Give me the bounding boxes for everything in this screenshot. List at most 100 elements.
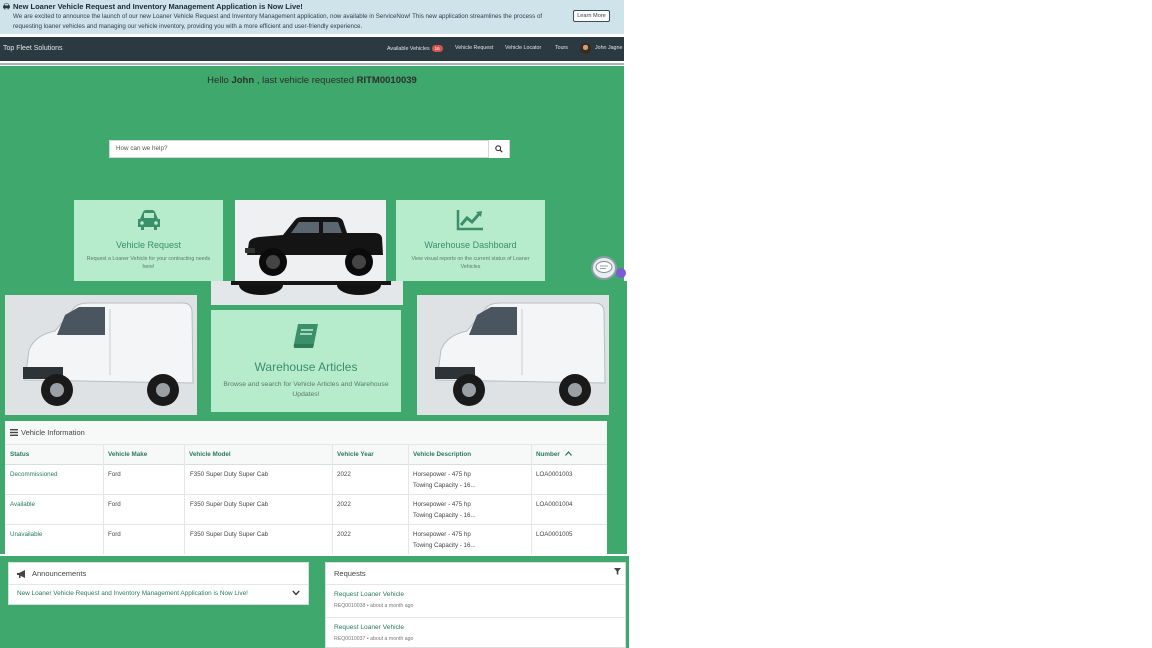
- cell-year: 2022: [337, 501, 351, 508]
- chevron-down-icon[interactable]: [292, 590, 300, 596]
- cell-make: Ford: [108, 471, 121, 478]
- column-divider: [332, 445, 333, 554]
- greeting-prefix: Hello: [207, 75, 229, 86]
- tile-description: Request a Loaner Vehicle for your contra…: [86, 256, 211, 270]
- tile-warehouse-articles[interactable]: Warehouse Articles Browse and search for…: [211, 310, 401, 412]
- description-line: Horsepower - 475 hp: [413, 471, 471, 478]
- panel-header: Announcements: [9, 563, 308, 585]
- cell-model: F350 Super Duty Super Cab: [190, 501, 269, 508]
- tile-warehouse-dashboard[interactable]: Warehouse Dashboard View visual reports …: [396, 200, 545, 281]
- cell-description: Horsepower - 475 hp Towing Capacity - 16.…: [413, 470, 476, 491]
- description-line: Towing Capacity - 16...: [413, 511, 476, 519]
- user-menu[interactable]: John Jagne: [595, 45, 622, 51]
- last-request-number[interactable]: RITM0010039: [357, 75, 417, 86]
- car-icon: [138, 210, 160, 230]
- column-vehicle-make[interactable]: Vehicle Make: [108, 451, 147, 458]
- cell-model: F350 Super Duty Super Cab: [190, 531, 269, 538]
- table-row[interactable]: Decommissioned Ford F350 Super Duty Supe…: [5, 465, 607, 495]
- sort-ascending-icon: [564, 451, 572, 456]
- column-divider: [531, 445, 532, 554]
- cell-number: LOA0001005: [536, 531, 573, 538]
- brand-name[interactable]: Top Fleet Solutions: [3, 45, 63, 52]
- description-line: Towing Capacity - 16...: [413, 481, 476, 489]
- available-count-badge: 16: [431, 45, 443, 52]
- search-input[interactable]: How can we help?: [116, 145, 167, 152]
- book-icon: [293, 324, 318, 348]
- top-navbar: Top Fleet Solutions Available Vehicles 16…: [0, 37, 624, 61]
- van-photo-right: [417, 295, 609, 415]
- column-label: Number: [536, 451, 560, 458]
- request-link[interactable]: Request Loaner Vehicle: [334, 624, 404, 631]
- cell-number: LOA0001004: [536, 501, 573, 508]
- column-vehicle-model[interactable]: Vehicle Model: [189, 451, 231, 458]
- megaphone-icon: [17, 570, 25, 578]
- banner-text: We are excited to announce the launch of…: [13, 13, 543, 30]
- greeting-user: John: [231, 75, 255, 86]
- status-link[interactable]: Available: [10, 500, 35, 511]
- banner-title: New Loaner Vehicle Request and Inventory…: [13, 2, 303, 11]
- search-bar[interactable]: How can we help?: [109, 140, 510, 158]
- cargo-van-image: [417, 295, 609, 415]
- tile-title: Warehouse Articles: [254, 360, 358, 374]
- cell-description: Horsepower - 475 hp Towing Capacity - 16.…: [413, 500, 476, 521]
- cell-year: 2022: [337, 531, 351, 538]
- divider: [326, 584, 625, 585]
- cell-make: Ford: [108, 531, 121, 538]
- announcement-banner: New Loaner Vehicle Request and Inventory…: [0, 0, 624, 34]
- description-line: Horsepower - 475 hp: [413, 531, 471, 538]
- pickup-truck-image: [211, 281, 403, 305]
- chat-icon: [595, 261, 613, 273]
- divider: [0, 63, 624, 65]
- status-link[interactable]: Unavailable: [10, 530, 42, 541]
- chat-button[interactable]: [591, 256, 617, 280]
- divider: [326, 617, 625, 618]
- nav-label: Available Vehicles: [387, 46, 430, 52]
- table-row[interactable]: Available Ford F350 Super Duty Super Cab…: [5, 495, 607, 525]
- tile-vehicle-request[interactable]: Vehicle Request Request a Loaner Vehicle…: [74, 200, 223, 281]
- vehicle-information-panel: Vehicle Information Status Vehicle Make …: [5, 421, 607, 554]
- greeting: Hello John , last vehicle requested RITM…: [0, 75, 624, 86]
- filter-icon[interactable]: [614, 568, 621, 575]
- request-link[interactable]: Request Loaner Vehicle: [334, 591, 404, 598]
- tile-title: Warehouse Dashboard: [424, 240, 517, 250]
- learn-more-button[interactable]: Learn More: [573, 10, 610, 22]
- panel-title: Vehicle Information: [21, 428, 85, 437]
- pickup-truck-image: [235, 200, 386, 281]
- request-meta: REQ0010037 • about a month ago: [334, 636, 414, 642]
- column-vehicle-description[interactable]: Vehicle Description: [413, 451, 471, 458]
- search-icon: [495, 145, 503, 153]
- cargo-van-image: [5, 295, 197, 415]
- table-header: Status Vehicle Make Vehicle Model Vehicl…: [5, 445, 607, 465]
- avatar[interactable]: [580, 43, 591, 54]
- car-icon: [3, 3, 10, 10]
- nav-tours[interactable]: Tours: [555, 45, 568, 51]
- column-divider: [184, 445, 185, 554]
- cell-year: 2022: [337, 471, 351, 478]
- column-number[interactable]: Number: [536, 451, 572, 458]
- tile-description: Browse and search for Vehicle Articles a…: [223, 381, 389, 398]
- nav-vehicle-request[interactable]: Vehicle Request: [455, 45, 493, 51]
- cell-number: LOA0001003: [536, 471, 573, 478]
- table-row[interactable]: Unavailable Ford F350 Super Duty Super C…: [5, 525, 607, 554]
- search-button[interactable]: [488, 140, 509, 158]
- panel-title: Announcements: [32, 569, 87, 578]
- cell-make: Ford: [108, 501, 121, 508]
- nav-vehicle-locator[interactable]: Vehicle Locator: [505, 45, 541, 51]
- column-divider: [103, 445, 104, 554]
- announcements-panel: Announcements New Loaner Vehicle Request…: [8, 562, 309, 605]
- announcement-item[interactable]: New Loaner Vehicle Request and Inventory…: [17, 590, 248, 597]
- status-link[interactable]: Decommissioned: [10, 470, 57, 481]
- request-meta: REQ0010038 • about a month ago: [334, 603, 414, 609]
- van-photo-left: [5, 295, 197, 415]
- truck-photo-bottom: [211, 281, 403, 305]
- column-vehicle-year[interactable]: Vehicle Year: [337, 451, 374, 458]
- column-divider: [408, 445, 409, 554]
- description-line: Towing Capacity - 16...: [413, 541, 476, 549]
- requests-panel: Requests Request Loaner Vehicle REQ00100…: [325, 562, 626, 648]
- nav-available-vehicles[interactable]: Available Vehicles 16: [387, 45, 443, 52]
- assistant-icon[interactable]: [616, 268, 626, 278]
- cell-description: Horsepower - 475 hp Towing Capacity - 16.…: [413, 530, 476, 551]
- description-line: Horsepower - 475 hp: [413, 501, 471, 508]
- column-status[interactable]: Status: [10, 451, 29, 458]
- greeting-middle: , last vehicle requested: [256, 75, 354, 86]
